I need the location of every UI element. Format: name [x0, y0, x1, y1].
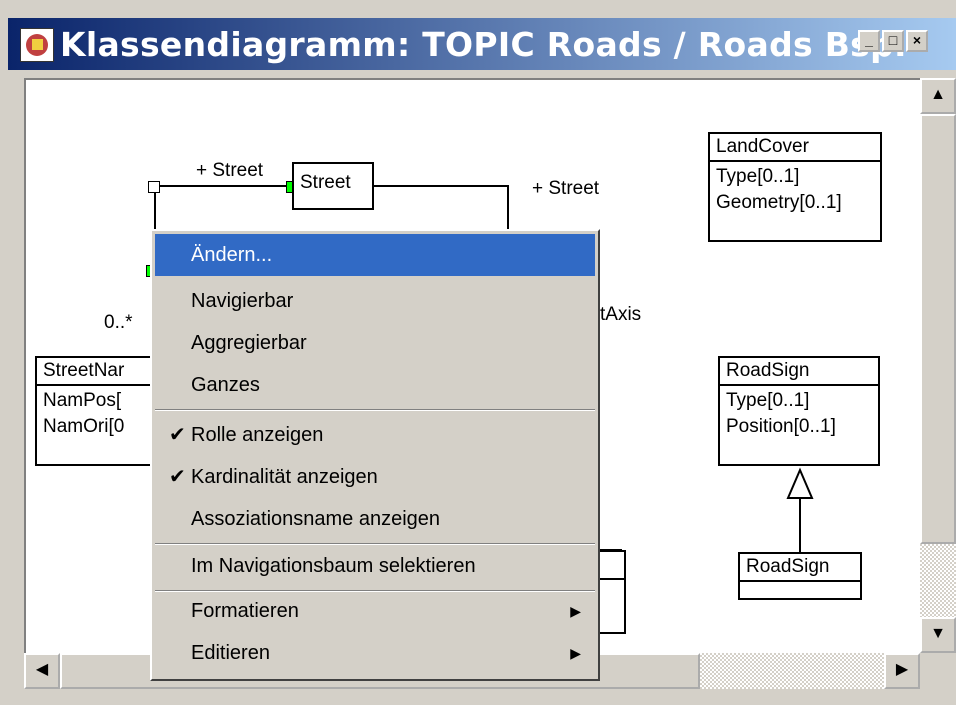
class-street[interactable]: Street [292, 162, 374, 210]
class-name: Street [300, 172, 351, 193]
minimize-button[interactable]: _ [858, 30, 880, 52]
checkmark-icon: ✔ [169, 466, 186, 488]
association-handle[interactable] [148, 181, 160, 193]
maximize-button[interactable]: □ [882, 30, 904, 52]
attribute: NamPos[ [43, 390, 122, 411]
menu-item-navigationsbaum-selektieren[interactable]: Im Navigationsbaum selektieren [155, 545, 595, 587]
attribute: Position[0..1] [726, 416, 836, 437]
attribute: Type[0..1] [726, 390, 810, 411]
class-landcover[interactable]: LandCover Type[0..1] Geometry[0..1] [708, 132, 882, 242]
menu-item-label: Aggregierbar [191, 332, 307, 354]
menu-item-label: Im Navigationsbaum selektieren [191, 555, 476, 577]
context-menu: Ändern... Navigierbar Aggregierbar Ganze… [150, 229, 600, 681]
vertical-scrollbar[interactable]: ▲ ▼ [920, 78, 956, 653]
class-streetname[interactable]: StreetNar NamPos[ NamOri[0 [35, 356, 165, 466]
scroll-down-button[interactable]: ▼ [920, 617, 956, 653]
submenu-arrow-icon: ▶ [570, 603, 581, 619]
checkmark-icon: ✔ [169, 424, 186, 446]
attribute: Type[0..1] [716, 166, 800, 187]
class-name: LandCover [710, 134, 880, 162]
scroll-thumb[interactable] [920, 114, 956, 544]
menu-item-aggregierbar[interactable]: Aggregierbar [155, 322, 595, 364]
menu-item-label: Ändern... [191, 244, 273, 266]
role-label[interactable]: + Street [532, 178, 599, 200]
menu-item-label: Rolle anzeigen [191, 424, 324, 446]
menu-item-ganzes[interactable]: Ganzes [155, 364, 595, 406]
menu-item-label: Kardinalität anzeigen [191, 466, 378, 488]
scrollbar-corner [920, 653, 956, 689]
class-roadsign-subclass[interactable]: RoadSign [738, 552, 862, 600]
application-window: Klassendiagramm: TOPIC Roads / Roads Bsp… [0, 0, 956, 705]
menu-item-aendern[interactable]: Ändern... [155, 234, 595, 276]
class-attributes: Type[0..1] Geometry[0..1] [710, 162, 880, 218]
menu-separator [155, 409, 595, 411]
menu-item-label: Navigierbar [191, 290, 294, 312]
title-bar[interactable]: Klassendiagramm: TOPIC Roads / Roads Bsp… [8, 18, 956, 70]
menu-item-editieren[interactable]: Editieren ▶ [155, 632, 595, 674]
class-attributes: NamPos[ NamOri[0 [37, 386, 163, 442]
menu-item-label: Editieren [191, 642, 270, 664]
submenu-arrow-icon: ▶ [570, 645, 581, 661]
menu-item-formatieren[interactable]: Formatieren ▶ [155, 590, 595, 632]
attribute: Geometry[0..1] [716, 192, 842, 213]
menu-item-label: Ganzes [191, 374, 260, 396]
scroll-up-button[interactable]: ▲ [920, 78, 956, 114]
class-roadsign[interactable]: RoadSign Type[0..1] Position[0..1] [718, 356, 880, 466]
class-name: StreetNar [37, 358, 163, 386]
close-button[interactable]: × [906, 30, 928, 52]
scroll-right-button[interactable]: ▶ [884, 653, 920, 689]
attribute: NamOri[0 [43, 416, 125, 437]
menu-item-kardinalitaet-anzeigen[interactable]: ✔ Kardinalität anzeigen [155, 456, 595, 498]
scroll-left-button[interactable]: ◀ [24, 653, 60, 689]
menu-item-assoziationsname-anzeigen[interactable]: Assoziationsname anzeigen [155, 498, 595, 540]
role-label[interactable]: tAxis [600, 304, 641, 326]
window-title: Klassendiagramm: TOPIC Roads / Roads Bsp… [60, 25, 907, 64]
cardinality-label[interactable]: 0..* [104, 312, 133, 334]
menu-item-label: Formatieren [191, 600, 299, 622]
role-label[interactable]: + Street [196, 160, 263, 182]
app-icon[interactable] [20, 28, 54, 62]
class-name: RoadSign [740, 554, 860, 582]
menu-item-rolle-anzeigen[interactable]: ✔ Rolle anzeigen [155, 414, 595, 456]
class-name: RoadSign [720, 358, 878, 386]
menu-item-label: Assoziationsname anzeigen [191, 508, 441, 530]
menu-item-navigierbar[interactable]: Navigierbar [155, 280, 595, 322]
class-attributes: Type[0..1] Position[0..1] [720, 386, 878, 442]
